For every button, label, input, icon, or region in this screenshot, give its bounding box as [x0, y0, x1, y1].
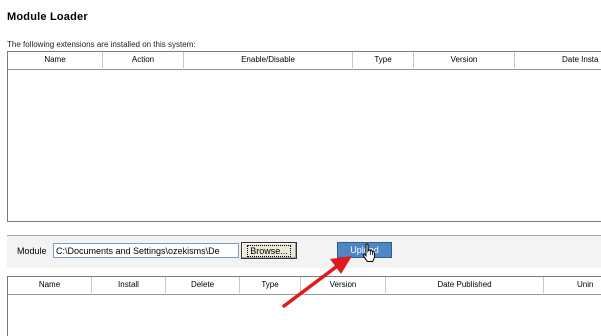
column-header-type[interactable]: Type [353, 52, 414, 68]
module-label: Module [17, 246, 47, 256]
column-header-version[interactable]: Version [414, 52, 515, 68]
column-header-name[interactable]: Name [8, 52, 103, 68]
column-header-enable-disable[interactable]: Enable/Disable [184, 52, 353, 68]
hand-pointer-icon [362, 243, 376, 262]
column-header-name[interactable]: Name [8, 277, 92, 293]
column-header-date-installed[interactable]: Date Insta [515, 52, 601, 68]
column-header-date-published[interactable]: Date Published [386, 277, 544, 293]
column-header-action[interactable]: Action [103, 52, 184, 68]
page-title: Module Loader [7, 11, 88, 23]
column-header-delete[interactable]: Delete [166, 277, 240, 293]
intro-text: The following extensions are installed o… [7, 40, 196, 49]
red-arrow-icon [282, 256, 352, 308]
module-file-input[interactable] [53, 243, 239, 258]
column-header-install[interactable]: Install [92, 277, 166, 293]
table-header-row: Name Action Enable/Disable Type Version … [8, 52, 601, 70]
installed-extensions-table: Name Action Enable/Disable Type Version … [7, 51, 601, 222]
column-header-uninstall[interactable]: Unin [544, 277, 601, 293]
